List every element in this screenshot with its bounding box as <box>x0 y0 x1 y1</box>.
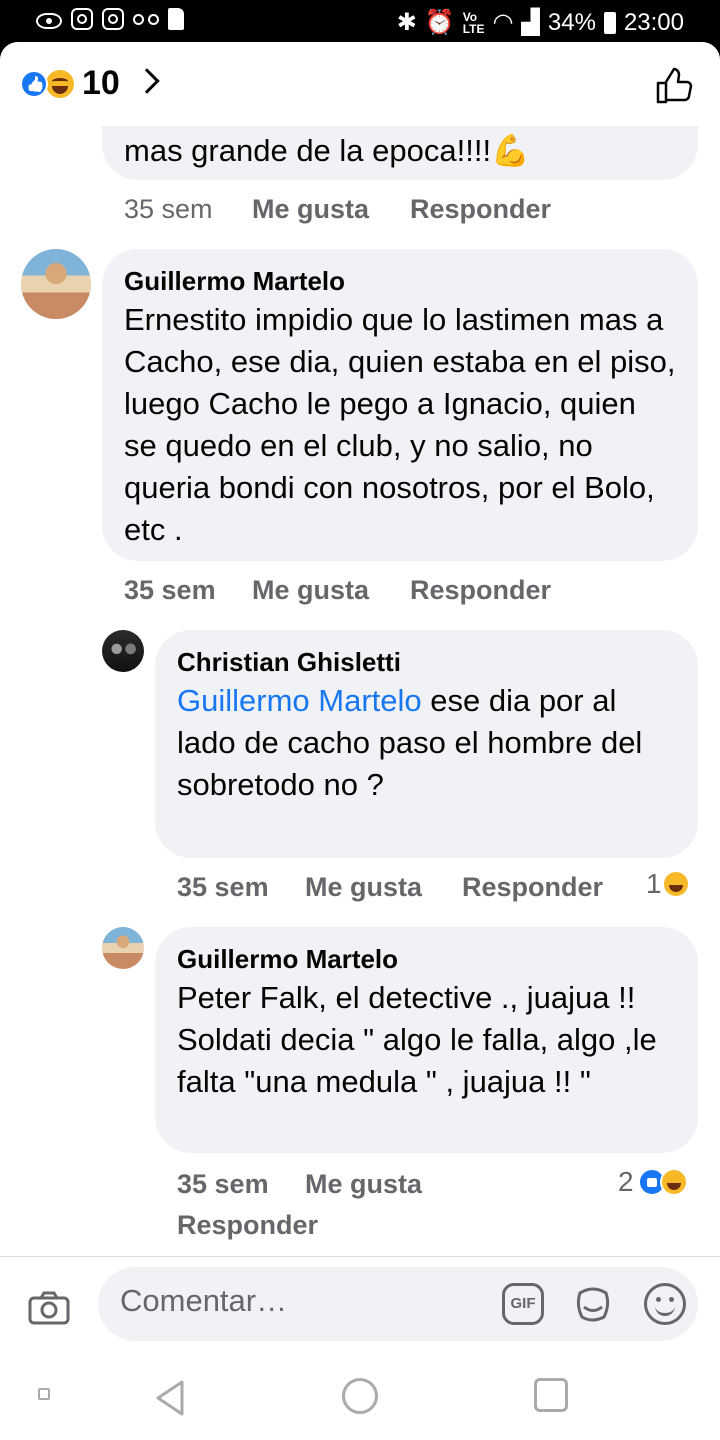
reaction-count: 2 <box>618 1166 634 1197</box>
comment-author[interactable]: Guillermo Martelo <box>124 263 676 299</box>
reply-button[interactable]: Responder <box>177 1210 318 1241</box>
signal-icon: ▟ <box>521 9 540 36</box>
reply-author[interactable]: Christian Ghisletti <box>177 644 676 680</box>
eye-icon <box>36 12 62 29</box>
recent-apps-icon[interactable] <box>534 1378 568 1412</box>
reply-bubble: Guillermo Martelo Peter Falk, el detecti… <box>155 927 698 1153</box>
system-navbar <box>0 1354 720 1440</box>
camera-icon[interactable] <box>28 1291 70 1325</box>
like-comment-button[interactable]: Me gusta <box>252 575 369 606</box>
haha-reaction-icon <box>44 68 76 100</box>
like-reaction-icon <box>20 70 48 98</box>
comment-text: Ernestito impidio que lo lastimen mas a … <box>124 302 676 547</box>
reply-reactions[interactable]: 2 <box>618 1166 688 1198</box>
system-status: ✱ ⏰ Vo LTE ◠ ▟ 34% 23:00 <box>397 8 684 37</box>
like-comment-button[interactable]: Me gusta <box>252 194 369 225</box>
reply-text: Guillermo Martelo ese dia por al lado de… <box>177 680 677 806</box>
chevron-right-icon[interactable] <box>134 68 160 94</box>
back-icon[interactable] <box>150 1378 190 1418</box>
reactions-header: 10 <box>0 42 720 126</box>
instagram-icon <box>71 8 93 30</box>
reaction-count: 1 <box>646 868 662 899</box>
avatar[interactable] <box>102 927 144 969</box>
like-post-button[interactable] <box>654 66 694 106</box>
sticker-icon[interactable] <box>572 1283 614 1325</box>
comments-screen: 10 mas grande de la epoca!!!!💪 35 sem Me… <box>0 42 720 1354</box>
home-icon[interactable] <box>342 1378 378 1414</box>
like-reply-button[interactable]: Me gusta <box>305 1169 422 1200</box>
volte-indicator: Vo LTE <box>462 9 485 36</box>
comment-bubble: Guillermo Martelo Ernestito impidio que … <box>102 249 698 561</box>
sd-card-icon <box>168 8 184 30</box>
reply-reactions[interactable]: 1 <box>646 868 690 900</box>
status-bar: ✱ ⏰ Vo LTE ◠ ▟ 34% 23:00 <box>0 0 720 42</box>
reply-button[interactable]: Responder <box>410 194 551 225</box>
clock: 23:00 <box>623 8 684 36</box>
alarm-icon: ⏰ <box>424 9 455 36</box>
comment-input-placeholder: Comentar… <box>120 1283 288 1318</box>
reply-button[interactable]: Responder <box>462 872 603 903</box>
comment-input[interactable]: Comentar… GIF <box>98 1267 698 1341</box>
reply-time: 35 sem <box>177 872 269 902</box>
reply-bubble: Christian Ghisletti Guillermo Martelo es… <box>155 630 698 858</box>
mention-link[interactable]: Guillermo Martelo <box>177 683 422 718</box>
wifi-icon: ◠ <box>492 9 514 36</box>
avatar[interactable] <box>102 630 144 672</box>
comment-time: 35 sem <box>124 194 213 224</box>
comment-text: mas grande de la epoca!!!!💪 <box>124 133 530 168</box>
voicemail-icon <box>133 14 159 28</box>
haha-reaction-icon <box>659 1168 688 1196</box>
haha-reaction-icon <box>661 870 690 898</box>
like-reply-button[interactable]: Me gusta <box>305 872 422 903</box>
battery-icon <box>603 11 616 34</box>
gif-icon[interactable]: GIF <box>502 1283 544 1325</box>
bluetooth-icon: ✱ <box>396 9 417 36</box>
reaction-count[interactable]: 10 <box>82 64 120 103</box>
reply-author[interactable]: Guillermo Martelo <box>177 941 676 977</box>
reply-button[interactable]: Responder <box>410 575 551 606</box>
reply-time: 35 sem <box>177 1169 269 1199</box>
emoji-icon[interactable] <box>644 1283 686 1325</box>
notification-icons <box>36 8 184 30</box>
comment-time: 35 sem <box>124 575 216 605</box>
instagram-icon <box>102 8 124 30</box>
nav-dot-icon[interactable] <box>38 1388 50 1400</box>
avatar[interactable] <box>21 249 91 319</box>
reply-text: Peter Falk, el detective ., juajua !! So… <box>177 980 657 1099</box>
comment-composer: Comentar… GIF <box>0 1256 720 1354</box>
battery-percent: 34% <box>547 8 596 36</box>
